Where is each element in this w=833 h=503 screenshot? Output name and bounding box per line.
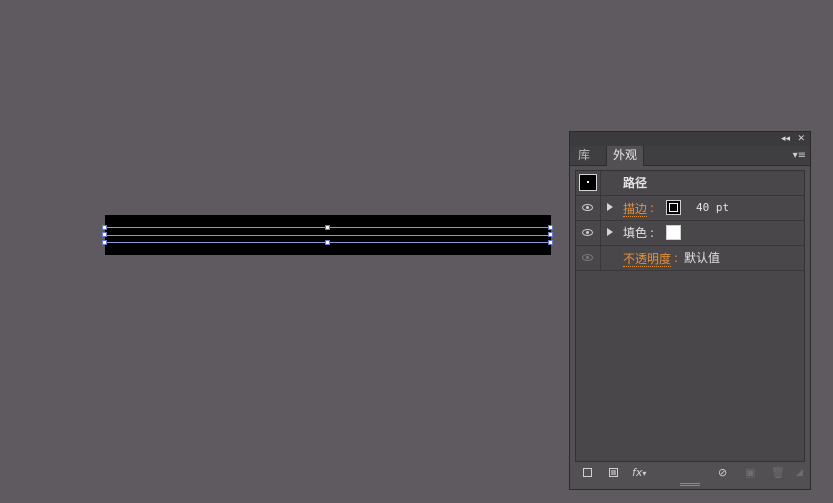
eye-icon[interactable] (582, 229, 593, 236)
stroke-weight-value[interactable]: 40 pt (696, 196, 729, 220)
opacity-link[interactable]: 不透明度 (623, 252, 672, 267)
stroke-link[interactable]: 描边 (623, 202, 648, 217)
fill-swatch[interactable] (666, 225, 681, 240)
tab-appearance[interactable]: 外观 (606, 146, 645, 166)
panel-title-bar[interactable]: ◂◂ ✕ (570, 132, 810, 146)
expand-triangle-icon[interactable] (607, 203, 613, 211)
thumbnail-column (576, 171, 601, 195)
fx-icon: fx (632, 466, 643, 479)
anchor-point[interactable] (548, 232, 553, 237)
expand-triangle-icon[interactable] (607, 228, 613, 236)
visibility-column (576, 196, 601, 220)
appearance-row-opacity[interactable]: 不透明度 : 默认值 (576, 246, 804, 271)
path-label: 路径 (623, 176, 648, 190)
delete-item-icon: 🗑 (771, 466, 785, 479)
fx-dropdown-icon: ▾ (642, 469, 647, 478)
add-new-stroke-icon[interactable] (583, 468, 592, 477)
selected-path-artwork[interactable] (102, 215, 553, 255)
tab-library[interactable]: 库 (572, 146, 596, 166)
clear-appearance-icon[interactable]: ⊘ (718, 466, 727, 480)
panel-menu-icon[interactable]: ▾≡ (793, 146, 806, 166)
panel-bottom-toolbar: fx▾ ⊘ ▣ 🗑 ◢ (570, 464, 810, 481)
close-panel-icon[interactable]: ✕ (797, 132, 805, 146)
opacity-colon: : (674, 251, 679, 265)
opacity-value: 默认值 (684, 251, 721, 265)
add-new-fill-icon[interactable] (609, 468, 618, 477)
eye-icon[interactable] (582, 204, 593, 211)
add-effect-button[interactable]: fx▾ (632, 466, 646, 480)
duplicate-item-icon: ▣ (745, 466, 756, 479)
eye-icon[interactable] (582, 254, 593, 261)
resize-grip-icon[interactable]: ◢ (796, 466, 803, 480)
visibility-column (576, 246, 601, 270)
anchor-point[interactable] (548, 240, 553, 245)
visibility-column (576, 221, 601, 245)
fill-label: 填色 (623, 226, 648, 240)
path-line-middle (105, 235, 551, 236)
fill-colon: : (650, 226, 655, 240)
anchor-point[interactable] (102, 240, 107, 245)
collapse-panel-icon[interactable]: ◂◂ (781, 132, 790, 146)
panel-resize-handle[interactable] (680, 483, 700, 486)
appearance-row-path[interactable]: 路径 (576, 171, 804, 196)
anchor-point[interactable] (325, 225, 330, 230)
panel-tabbar: 库 外观 ▾≡ (570, 146, 810, 166)
appearance-row-stroke[interactable]: 描边 : 40 pt (576, 196, 804, 221)
path-thumbnail-icon (579, 174, 597, 191)
appearance-list: 路径 描边 : 40 pt 填色 : 不透明度: 默认值 (575, 170, 805, 462)
anchor-point[interactable] (102, 225, 107, 230)
anchor-point[interactable] (102, 232, 107, 237)
stroke-colon: : (650, 201, 655, 215)
anchor-point[interactable] (548, 225, 553, 230)
appearance-row-fill[interactable]: 填色 : (576, 221, 804, 246)
appearance-panel: ◂◂ ✕ 库 外观 ▾≡ 路径 描边 : 40 pt 填色: 不透明度: 默… (569, 131, 811, 490)
anchor-point[interactable] (325, 240, 330, 245)
stroke-swatch[interactable] (666, 200, 681, 215)
